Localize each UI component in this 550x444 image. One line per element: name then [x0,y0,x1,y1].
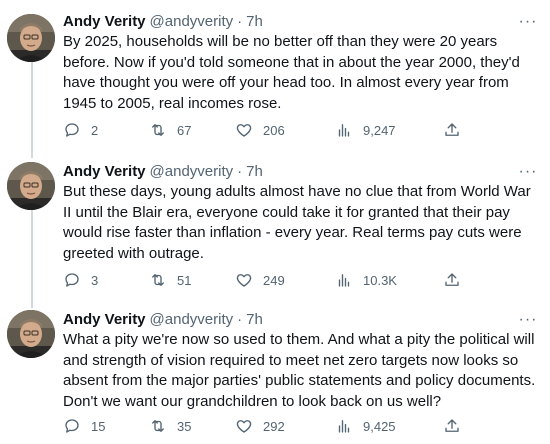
like-button[interactable]: 249 [235,270,285,290]
like-button[interactable]: 292 [235,416,285,436]
avatar-image [7,14,55,62]
more-icon[interactable]: ··· [518,311,538,328]
reply-button[interactable]: 2 [63,120,98,140]
retweet-button[interactable]: 35 [149,416,191,436]
author-name[interactable]: Andy Verity [63,12,146,32]
view-count: 9,247 [363,122,396,138]
timestamp[interactable]: 7h [246,12,263,32]
avatar-image [7,162,55,210]
like-button[interactable]: 206 [235,120,285,140]
heart-icon [236,274,252,287]
author-handle[interactable]: @andyverity [150,162,234,182]
tweet-header: Andy Verity @andyverity · 7h [63,310,263,330]
like-count: 292 [263,418,285,434]
reply-icon [65,419,79,433]
timestamp[interactable]: 7h [246,310,263,330]
tweet[interactable]: Andy Verity @andyverity · 7h ··· By 2025… [0,12,550,147]
tweet-text: By 2025, households will be no better of… [63,33,520,112]
share-button[interactable] [443,120,461,140]
view-count: 9,425 [363,418,396,434]
view-count: 10.3K [363,272,397,288]
views-icon [338,274,350,287]
action-bar: 3 51 249 10.3K [63,270,483,290]
share-button[interactable] [443,416,461,436]
views-icon [338,420,350,433]
avatar[interactable] [7,162,55,210]
reply-icon [65,273,79,287]
retweet-icon [152,420,164,432]
share-icon [445,123,459,136]
views-button[interactable]: 9,425 [335,416,396,436]
action-bar: 15 35 292 9,425 [63,416,483,436]
separator: · [237,13,243,30]
heart-icon [236,124,252,137]
timestamp[interactable]: 7h [246,162,263,182]
action-bar: 2 67 206 9,247 [63,120,483,140]
tweet[interactable]: Andy Verity @andyverity · 7h ··· What a … [0,310,550,444]
reply-count: 15 [91,418,106,434]
separator: · [237,163,243,180]
retweet-count: 35 [177,418,192,434]
retweet-count: 51 [177,272,192,288]
author-name[interactable]: Andy Verity [63,310,146,330]
avatar-image [7,310,55,358]
reply-button[interactable]: 15 [63,416,105,436]
more-icon[interactable]: ··· [518,13,538,30]
avatar[interactable] [7,310,55,358]
retweet-count: 67 [177,122,192,138]
tweet-text: What a pity we're now so used to them. A… [63,331,536,410]
reply-count: 3 [91,272,99,288]
avatar[interactable] [7,14,55,62]
views-icon [338,124,350,137]
retweet-icon [152,274,164,286]
retweet-button[interactable]: 51 [149,270,191,290]
tweet-text: But these days, young adults almost have… [63,183,531,262]
views-button[interactable]: 9,247 [335,120,396,140]
separator: · [237,311,243,328]
views-button[interactable]: 10.3K [335,270,397,290]
tweet-header: Andy Verity @andyverity · 7h [63,162,263,182]
reply-count: 2 [91,122,99,138]
retweet-button[interactable]: 67 [149,120,191,140]
author-name[interactable]: Andy Verity [63,162,146,182]
share-icon [445,273,459,286]
like-count: 206 [263,122,285,138]
timeline: Andy Verity @andyverity · 7h ··· By 2025… [0,0,550,444]
more-icon[interactable]: ··· [518,163,538,180]
author-handle[interactable]: @andyverity [150,12,234,32]
like-count: 249 [263,272,285,288]
heart-icon [236,420,252,433]
author-handle[interactable]: @andyverity [150,310,234,330]
share-button[interactable] [443,270,461,290]
reply-button[interactable]: 3 [63,270,98,290]
share-icon [445,419,459,432]
tweet-header: Andy Verity @andyverity · 7h [63,12,263,32]
retweet-icon [152,124,164,136]
tweet[interactable]: Andy Verity @andyverity · 7h ··· But the… [0,162,550,297]
reply-icon [65,123,79,137]
